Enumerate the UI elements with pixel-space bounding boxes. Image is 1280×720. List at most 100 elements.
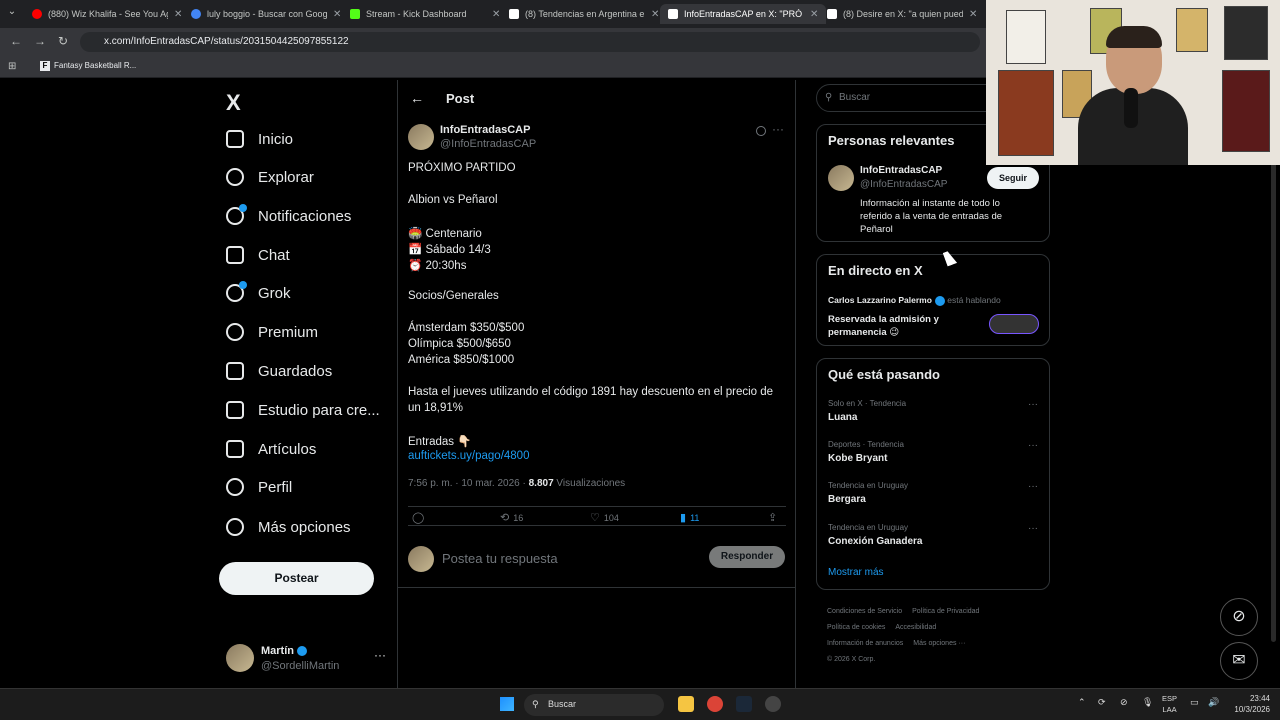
footer-link[interactable]: Política de cookies <box>827 624 885 631</box>
follow-button[interactable]: Seguir <box>987 167 1039 189</box>
tray-app-icon[interactable]: ⟳ <box>1098 697 1106 708</box>
tweet-text-line: Hasta el jueves utilizando el código 189… <box>408 386 774 398</box>
nav-item-notifications[interactable]: Notificaciones <box>226 201 351 231</box>
chrome-icon[interactable] <box>707 696 723 712</box>
author-name[interactable]: InfoEntradasCAP <box>440 124 530 136</box>
file-explorer-icon[interactable] <box>678 696 694 712</box>
browser-tab[interactable]: (8) Tendencias en Argentina en X ✕ <box>501 4 667 24</box>
nav-item-home[interactable]: Inicio <box>226 124 293 154</box>
nav-item-creator-studio[interactable]: Estudio para cre... <box>226 395 380 425</box>
post-button[interactable]: Postear <box>219 562 374 595</box>
nav-item-premium[interactable]: Premium <box>226 317 318 347</box>
share-button[interactable]: ⇪ <box>768 511 781 524</box>
more-icon[interactable]: ··· <box>1028 399 1038 410</box>
close-icon[interactable]: ✕ <box>810 9 818 20</box>
messages-fab[interactable]: ✉ <box>1220 642 1258 680</box>
nav-item-bookmarks[interactable]: Guardados <box>226 356 332 386</box>
tweet-text-line: Ámsterdam $350/$500 <box>408 322 525 334</box>
back-arrow-icon[interactable]: ← <box>410 90 424 106</box>
close-icon[interactable]: ✕ <box>651 9 659 20</box>
relevant-handle[interactable]: @InfoEntradasCAP <box>860 179 947 190</box>
microphone-icon[interactable]: 🎙 <box>1142 697 1153 708</box>
nav-item-grok[interactable]: Grok <box>226 278 291 308</box>
reply-submit-button[interactable]: Responder <box>709 546 785 568</box>
obs-icon[interactable] <box>765 696 781 712</box>
more-icon[interactable]: ··· <box>1028 440 1038 451</box>
nav-item-profile[interactable]: Perfil <box>226 472 292 502</box>
trend-item[interactable]: Deportes · Tendencia Kobe Bryant ··· <box>828 440 1038 464</box>
ticket-link[interactable]: auftickets.uy/pago/4800 <box>408 450 529 462</box>
live-card[interactable]: En directo en X Carlos Lazzarino Palermo… <box>816 254 1050 346</box>
tray-chevron-icon[interactable]: ⌃ <box>1078 697 1086 708</box>
account-switcher[interactable]: Martín @SordelliMartin ··· <box>226 640 386 680</box>
more-circle-icon <box>226 518 244 536</box>
back-icon[interactable]: ← <box>10 34 22 48</box>
grok-icon[interactable] <box>756 126 766 136</box>
nav-item-more[interactable]: Más opciones <box>226 512 351 542</box>
clock[interactable]: 23:44 10/3/2026 <box>1226 693 1270 715</box>
trend-item[interactable]: Solo en X · Tendencia Luana ··· <box>828 399 1038 423</box>
network-icon[interactable]: ▭ <box>1190 697 1199 708</box>
views-count: 8.807 <box>528 478 554 489</box>
more-icon[interactable]: ··· <box>1028 481 1038 492</box>
notification-dot <box>239 204 247 212</box>
reply-button[interactable]: ◯ <box>412 511 428 524</box>
author-handle[interactable]: @InfoEntradasCAP <box>440 138 536 150</box>
nav-item-articles[interactable]: Artículos <box>226 434 316 464</box>
language-indicator[interactable]: ESP LAA <box>1162 693 1177 715</box>
browser-tab-active[interactable]: InfoEntradasCAP en X: "PRÓ ✕ <box>660 4 827 24</box>
footer-link[interactable]: Más opciones ··· <box>913 640 965 647</box>
more-icon[interactable]: ··· <box>1028 523 1038 534</box>
steam-icon[interactable] <box>736 696 752 712</box>
close-icon[interactable]: ✕ <box>969 9 977 20</box>
avatar[interactable] <box>828 165 854 191</box>
url-input[interactable]: x.com/InfoEntradasCAP/status/20315044250… <box>80 32 980 52</box>
forward-icon[interactable]: → <box>34 34 46 48</box>
reply-input[interactable]: Postea tu respuesta <box>442 551 558 566</box>
scrollbar[interactable] <box>1271 82 1276 642</box>
premium-icon <box>226 323 244 341</box>
x-logo-icon[interactable]: X <box>226 90 241 116</box>
taskbar-search[interactable]: ⚲ Buscar <box>524 694 664 716</box>
nav-item-explore[interactable]: Explorar <box>226 162 314 192</box>
tweet-text-line: Socios/Generales <box>408 290 499 302</box>
browser-tab[interactable]: Stream - Kick Dashboard ✕ <box>342 4 508 24</box>
windows-start-icon[interactable] <box>500 697 514 711</box>
author-avatar[interactable] <box>408 124 434 150</box>
more-icon[interactable]: ··· <box>374 648 386 662</box>
close-icon[interactable]: ✕ <box>333 9 341 20</box>
retweet-icon: ⟲ <box>500 512 510 524</box>
close-icon[interactable]: ✕ <box>492 9 500 20</box>
search-icon: ⚲ <box>532 699 539 709</box>
tray-app-icon[interactable]: ⊘ <box>1120 697 1128 708</box>
show-more-link[interactable]: Mostrar más <box>828 567 884 578</box>
tweet-text-line: Albion vs Peñarol <box>408 194 498 206</box>
browser-tab[interactable]: (880) Wiz Khalifa - See You Again✕ <box>24 4 190 24</box>
google-icon <box>191 9 201 19</box>
post-header: ← Post <box>398 80 796 118</box>
nav-item-chat[interactable]: Chat <box>226 240 290 270</box>
browser-tab[interactable]: (8) Desire en X: "a quien puede ✕ <box>819 4 985 24</box>
close-icon[interactable]: ✕ <box>174 9 182 20</box>
apps-grid-icon[interactable]: ⊞ <box>8 61 16 72</box>
footer-link[interactable]: Política de Privacidad <box>912 608 979 615</box>
trend-item[interactable]: Tendencia en Uruguay Bergara ··· <box>828 481 1038 505</box>
footer-link[interactable]: Condiciones de Servicio <box>827 608 902 615</box>
footer-link[interactable]: Accesibilidad <box>895 624 936 631</box>
bookmark-fantasy[interactable]: F Fantasy Basketball R... <box>40 61 136 71</box>
trend-item[interactable]: Tendencia en Uruguay Conexión Ganadera ··· <box>828 523 1038 547</box>
more-icon[interactable]: ··· <box>772 122 784 136</box>
footer-link[interactable]: Información de anuncios <box>827 640 903 647</box>
bookmark-button[interactable]: ▮ 11 <box>680 511 699 524</box>
browser-tab[interactable]: luly boggio - Buscar con Google ✕ <box>183 4 349 24</box>
card-title: Qué está pasando <box>828 367 940 382</box>
grok-fab[interactable]: ⊘ <box>1220 598 1258 636</box>
relevant-name[interactable]: InfoEntradasCAP <box>860 165 942 176</box>
timestamp[interactable]: 7:56 p. m. · 10 mar. 2026 · <box>408 478 529 489</box>
tab-search-icon[interactable]: ⌄ <box>4 6 20 22</box>
card-title: En directo en X <box>828 263 923 278</box>
volume-icon[interactable]: 🔊 <box>1208 697 1219 708</box>
reload-icon[interactable]: ↻ <box>58 34 68 48</box>
like-button[interactable]: ♡ 104 <box>590 511 619 524</box>
retweet-button[interactable]: ⟲ 16 <box>500 511 523 524</box>
